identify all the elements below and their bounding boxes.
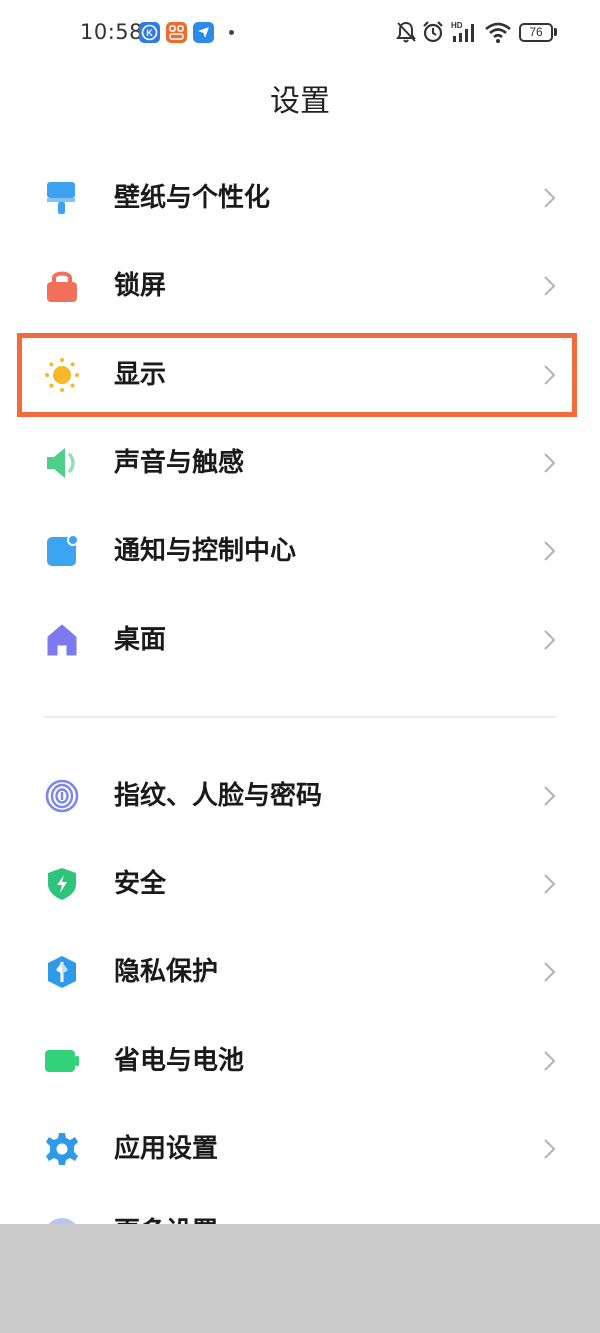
gear-icon: [44, 1131, 80, 1167]
section-divider: [44, 716, 556, 718]
notification-icon: [44, 533, 80, 569]
settings-item-label: 指纹、人脸与密码: [114, 781, 323, 811]
settings-item-display[interactable]: 显示: [0, 331, 600, 419]
send-app-icon: [193, 22, 214, 43]
chevron-right-icon: [538, 1137, 562, 1161]
settings-item-sound[interactable]: 声音与触感: [0, 419, 600, 507]
orange-app-icon: [166, 22, 187, 43]
chevron-right-icon: [538, 186, 562, 210]
settings-item-label: 壁纸与个性化: [114, 183, 271, 213]
svg-text:HD: HD: [451, 21, 463, 30]
page-title: 设置: [270, 84, 330, 119]
status-bar: 10:58 K HD 76: [0, 0, 600, 66]
settings-item-lockscreen[interactable]: 锁屏: [0, 242, 600, 330]
chevron-right-icon: [538, 628, 562, 652]
fingerprint-icon: [44, 778, 80, 814]
battery-tip: [554, 28, 557, 36]
sun-icon: [44, 357, 80, 393]
wifi-icon: [484, 20, 512, 48]
settings-screen: 10:58 K HD 76 设置 壁纸与个性化 锁屏 显示 声音与触感 通知与控…: [0, 0, 600, 1333]
settings-item-label: 声音与触感: [114, 448, 245, 478]
hd-signal-icon: HD: [451, 20, 479, 48]
privacy-icon: [44, 954, 80, 990]
chevron-right-icon: [538, 960, 562, 984]
speaker-icon: [44, 445, 80, 481]
battery-indicator: 76: [519, 23, 553, 42]
paint-roller-icon: [44, 180, 80, 216]
battery-icon: [44, 1043, 80, 1079]
alarm-icon: [421, 20, 445, 48]
chevron-right-icon: [538, 451, 562, 475]
k-app-icon: K: [139, 22, 160, 43]
settings-item-wallpaper[interactable]: 壁纸与个性化: [0, 154, 600, 242]
settings-item-label: 通知与控制中心: [114, 536, 297, 566]
status-more-dot: [229, 30, 234, 35]
settings-item-label: 省电与电池: [114, 1046, 245, 1076]
settings-item-label: 应用设置: [114, 1134, 219, 1164]
home-icon: [44, 622, 80, 658]
settings-item-apps[interactable]: 应用设置: [0, 1105, 600, 1193]
chevron-right-icon: [538, 872, 562, 896]
chevron-right-icon: [538, 1049, 562, 1073]
settings-item-desktop[interactable]: 桌面: [0, 596, 600, 684]
lock-icon: [44, 268, 80, 304]
chevron-right-icon: [538, 784, 562, 808]
bell-off-icon: [395, 20, 417, 48]
chevron-right-icon: [538, 363, 562, 387]
settings-item-label: 安全: [114, 869, 167, 899]
settings-item-label: 锁屏: [114, 271, 167, 301]
more-settings-label: 更多设置: [114, 1214, 218, 1224]
settings-item-privacy[interactable]: 隐私保护: [0, 928, 600, 1016]
settings-item-security[interactable]: 安全: [0, 840, 600, 928]
shield-icon: [44, 866, 80, 902]
settings-item-battery[interactable]: 省电与电池: [0, 1017, 600, 1105]
settings-item-fingerprint[interactable]: 指纹、人脸与密码: [0, 752, 600, 840]
bottom-overlay: [0, 1224, 600, 1333]
settings-item-label: 隐私保护: [114, 957, 219, 987]
settings-item-label: 显示: [114, 360, 167, 390]
chevron-right-icon: [538, 274, 562, 298]
settings-item-label: 桌面: [114, 625, 167, 655]
chevron-right-icon: [538, 539, 562, 563]
settings-item-notification[interactable]: 通知与控制中心: [0, 507, 600, 595]
status-time: 10:58: [80, 20, 144, 44]
svg-text:K: K: [146, 28, 153, 38]
